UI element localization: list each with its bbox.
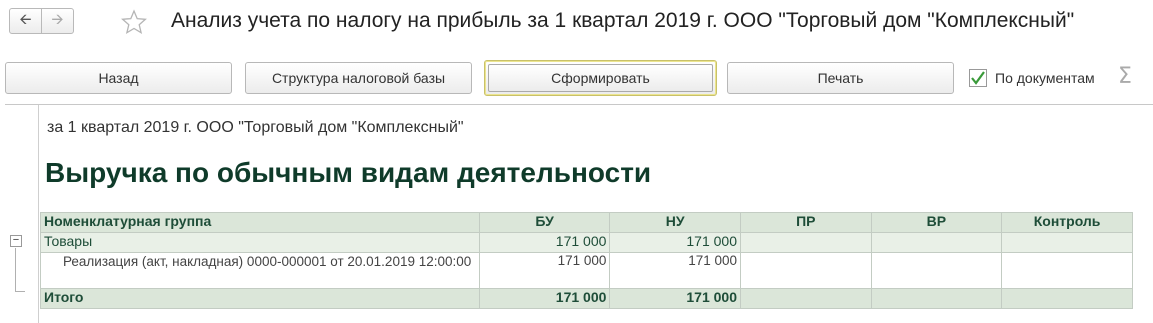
generate-button[interactable]: Сформировать [484, 60, 717, 96]
window-title: Анализ учета по налогу на прибыль за 1 к… [171, 9, 1075, 32]
cell-control [1001, 252, 1133, 289]
cell-vr [870, 288, 1003, 309]
sigma-icon[interactable]: Σ [1118, 64, 1132, 89]
tree-line [15, 248, 16, 291]
star-icon[interactable] [121, 9, 147, 35]
report-area: за 1 квартал 2019 г. ООО "Торговый дом "… [5, 104, 1153, 323]
cell-pr [740, 288, 872, 309]
tree-line-branch [15, 291, 25, 292]
report-heading: Выручка по обычным видам деятельности [45, 157, 652, 188]
table-header-row: Номенклатурная группа БУ НУ ПР ВР Контро… [40, 212, 1133, 233]
column-header: ПР [740, 212, 872, 233]
print-button[interactable]: Печать [727, 62, 954, 94]
by-documents-label[interactable]: По документам [995, 70, 1095, 86]
back-nav-button[interactable]: 🡨 [9, 8, 42, 34]
table-total-row: Итого 171 000 171 000 [40, 288, 1133, 309]
column-header: Контроль [1001, 212, 1133, 233]
back-button[interactable]: Назад [5, 62, 232, 94]
table-row-group[interactable]: Товары 171 000 171 000 [40, 232, 1133, 253]
cell-bu: 171 000 [478, 232, 611, 253]
cell-vr [870, 252, 1003, 289]
collapse-toggle[interactable]: − [10, 235, 22, 247]
tax-base-structure-button[interactable]: Структура налоговой базы [245, 62, 472, 94]
column-header: БУ [478, 212, 611, 233]
title-bar: 🡨 🡪 Анализ учета по налогу на прибыль за… [0, 0, 1153, 44]
arrow-right-icon: 🡪 [51, 10, 64, 28]
forward-nav-button[interactable]: 🡪 [41, 8, 74, 34]
arrow-left-icon: 🡨 [19, 10, 32, 28]
cell-vr [870, 232, 1003, 253]
cell-nu: 171 000 [609, 232, 741, 253]
cell-document-name[interactable]: Реализация (акт, накладная) 0000-000001 … [40, 252, 480, 289]
cell-nu: 171 000 [609, 252, 741, 289]
cell-control [1001, 288, 1133, 309]
toolbar: Назад Структура налоговой базы Сформиров… [0, 60, 1153, 100]
cell-pr [740, 232, 872, 253]
cell-bu: 171 000 [478, 252, 611, 289]
revenue-table: Номенклатурная группа БУ НУ ПР ВР Контро… [40, 212, 1133, 309]
column-header: Номенклатурная группа [40, 212, 480, 233]
checkmark-icon [971, 71, 985, 85]
report-subtitle: за 1 квартал 2019 г. ООО "Торговый дом "… [47, 119, 464, 136]
cell-pr [740, 252, 872, 289]
cell-group-name: Товары [40, 232, 480, 253]
report-margin-line [38, 105, 39, 323]
column-header: НУ [609, 212, 741, 233]
cell-control [1001, 232, 1133, 253]
column-header: ВР [870, 212, 1003, 233]
cell-bu: 171 000 [478, 288, 611, 309]
cell-nu: 171 000 [609, 288, 741, 309]
table-row[interactable]: Реализация (акт, накладная) 0000-000001 … [40, 252, 1133, 289]
generate-button-label: Сформировать [488, 64, 713, 92]
cell-total-label: Итого [40, 288, 480, 309]
by-documents-checkbox[interactable] [969, 69, 987, 87]
